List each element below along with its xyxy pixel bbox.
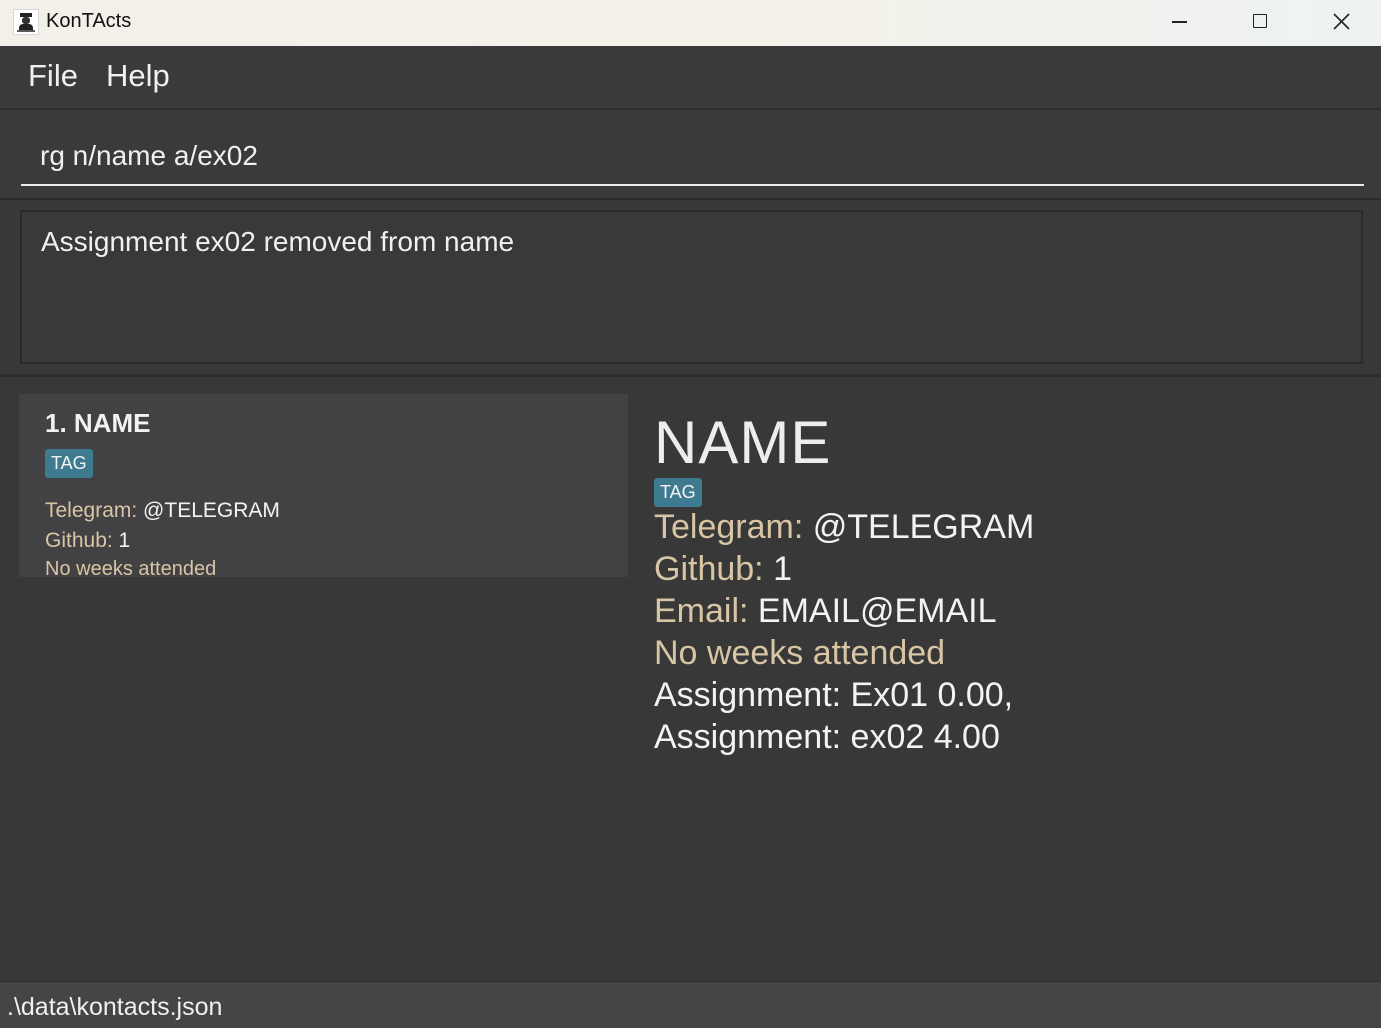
result-display: Assignment ex02 removed from name: [0, 200, 1381, 377]
person-list-item[interactable]: 1. NAME TAG Telegram: @TELEGRAM Github: …: [19, 394, 628, 580]
close-button[interactable]: [1301, 0, 1381, 46]
detail-assignment-1: Assignment: Ex01 0.00,: [654, 676, 1014, 714]
telegram-value: @TELEGRAM: [143, 499, 280, 522]
detail-tag: TAG: [654, 478, 702, 507]
maximize-icon: [1253, 14, 1267, 28]
window-title: KonTActs: [46, 10, 132, 32]
detail-email: Email: EMAIL@EMAIL: [654, 592, 997, 631]
result-message: Assignment ex02 removed from name: [41, 226, 515, 257]
detail-github: Github: 1: [654, 550, 792, 589]
github-value: 1: [118, 529, 131, 552]
detail-assignment-2: Assignment: ex02 4.00: [654, 718, 1000, 756]
minimize-button[interactable]: [1140, 0, 1220, 46]
main-panel: 1. NAME TAG Telegram: @TELEGRAM Github: …: [0, 377, 1381, 981]
detail-email-value: EMAIL@EMAIL: [757, 592, 997, 630]
status-bar: .\data\kontacts.json: [0, 981, 1381, 1028]
github-label: Github:: [45, 529, 119, 552]
person-tag: TAG: [45, 449, 93, 478]
result-box[interactable]: Assignment ex02 removed from name: [20, 210, 1363, 364]
title-bar: KonTActs: [0, 0, 1381, 46]
detail-github-value: 1: [773, 550, 792, 588]
person-telegram: Telegram: @TELEGRAM: [45, 499, 280, 523]
close-icon: [1333, 13, 1350, 30]
status-file-path: .\data\kontacts.json: [7, 993, 223, 1021]
menu-file[interactable]: File: [28, 58, 78, 94]
detail-github-label: Github:: [654, 550, 774, 588]
person-attendance: No weeks attended: [45, 558, 217, 580]
person-github: Github: 1: [45, 529, 130, 553]
detail-telegram-label: Telegram:: [654, 508, 813, 546]
menu-help[interactable]: Help: [106, 58, 170, 94]
app-logo-icon: [13, 9, 39, 35]
command-box: [0, 110, 1381, 200]
detail-attendance: No weeks attended: [654, 634, 946, 672]
minimize-icon: [1172, 21, 1187, 23]
menu-bar: File Help: [0, 46, 1381, 110]
maximize-button[interactable]: [1220, 0, 1300, 46]
detail-name: NAME: [654, 409, 832, 476]
detail-telegram-value: @TELEGRAM: [812, 508, 1035, 546]
detail-email-label: Email:: [654, 592, 758, 630]
person-name: 1. NAME: [45, 408, 151, 438]
telegram-label: Telegram:: [45, 499, 144, 522]
command-input[interactable]: [21, 128, 1364, 186]
detail-telegram: Telegram: @TELEGRAM: [654, 508, 1034, 547]
